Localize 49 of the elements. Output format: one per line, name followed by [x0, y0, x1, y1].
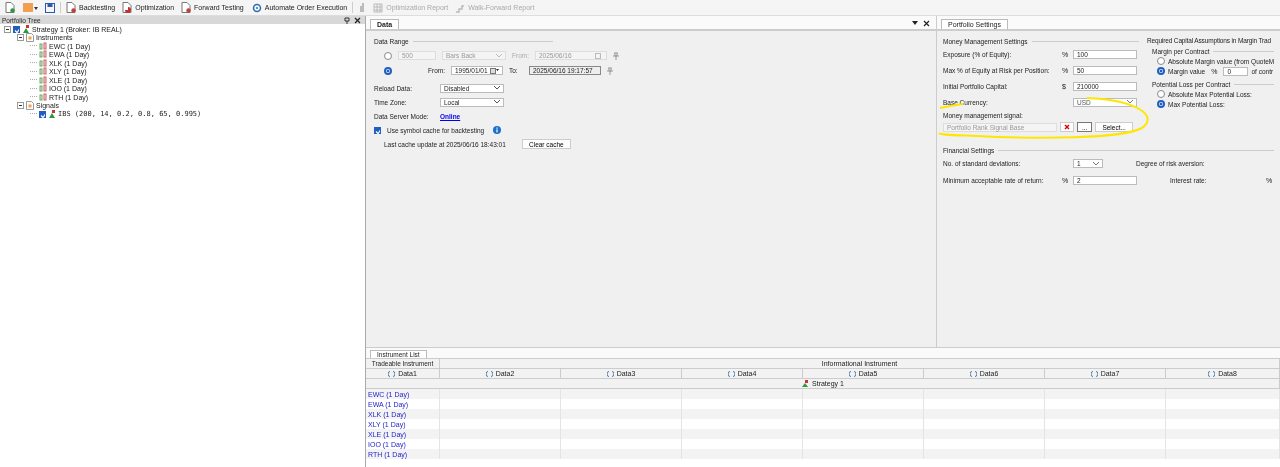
close-icon[interactable] [354, 16, 361, 24]
checkbox[interactable] [39, 110, 46, 118]
signal-icon [22, 24, 30, 34]
steps-icon [455, 2, 466, 13]
chevron-down-icon [1093, 161, 1099, 166]
grid-icon [373, 2, 384, 13]
document-icon [26, 33, 34, 43]
dropdown-icon[interactable] [912, 21, 918, 26]
check-icon [375, 127, 380, 135]
sort-icon [1208, 370, 1216, 377]
clear-button[interactable] [1060, 122, 1074, 132]
checkbox[interactable] [374, 126, 381, 134]
check-icon [14, 26, 19, 34]
pin-icon[interactable] [344, 16, 350, 24]
toolbar-icon-button[interactable] [43, 1, 57, 14]
sort-icon [727, 370, 735, 377]
signal-icon [48, 109, 56, 119]
radio-button[interactable] [1157, 57, 1165, 65]
toolbar-icon-button[interactable] [20, 1, 40, 14]
check-icon [40, 111, 45, 119]
folder-icon [22, 2, 38, 13]
checkbox[interactable] [13, 25, 20, 33]
chevron-down-icon [496, 53, 502, 58]
radio-button[interactable] [1157, 67, 1165, 75]
info-icon[interactable] [493, 126, 501, 134]
document-icon [26, 101, 34, 111]
save-icon [45, 2, 55, 13]
close-icon[interactable] [923, 20, 930, 27]
calendar-icon [595, 52, 603, 59]
signal-icon [801, 379, 810, 388]
sort-icon [848, 370, 856, 377]
collapse-icon[interactable] [17, 34, 24, 42]
close-icon [1064, 124, 1070, 130]
radio-button[interactable] [1157, 100, 1165, 108]
sort-icon [606, 370, 614, 377]
toolbar-icon-button[interactable] [3, 1, 17, 14]
radio-button[interactable] [1157, 90, 1165, 98]
sort-icon [388, 370, 396, 377]
sort-icon [969, 370, 977, 377]
chevron-down-icon [494, 100, 500, 104]
chevron-down-icon [1127, 100, 1133, 104]
radio-button[interactable] [384, 51, 392, 60]
sort-icon [485, 370, 493, 377]
collapse-icon[interactable] [17, 102, 24, 110]
sort-icon [1090, 370, 1098, 377]
collapse-icon[interactable] [4, 25, 11, 33]
radio-button[interactable] [384, 66, 392, 75]
calendar-icon [490, 67, 499, 74]
chevron-down-icon [494, 86, 500, 90]
